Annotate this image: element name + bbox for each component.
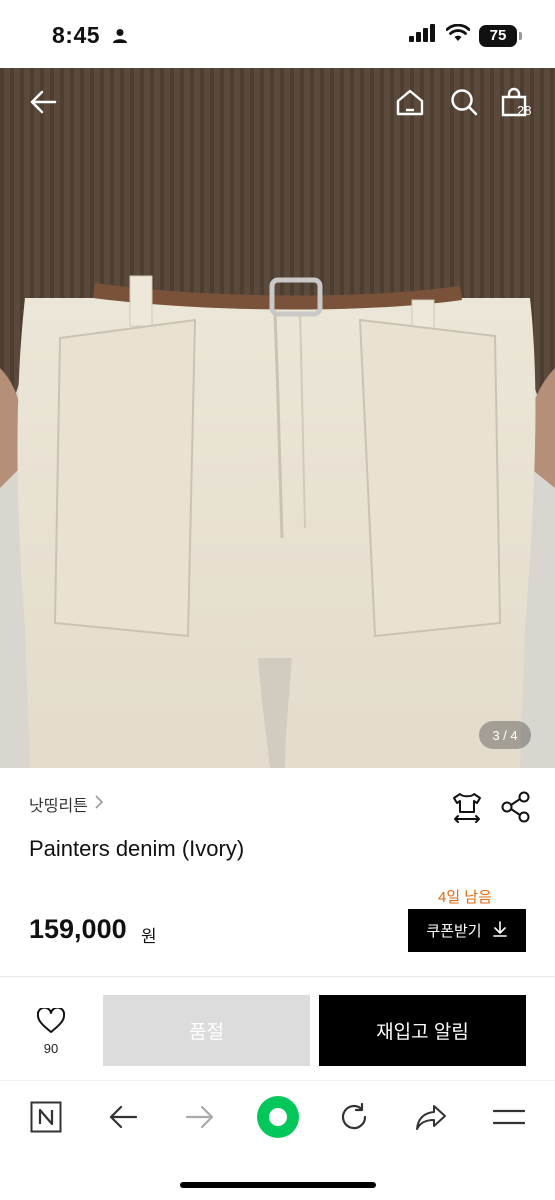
arrow-right-icon: [185, 1104, 215, 1135]
back-arrow-icon: [28, 87, 58, 122]
heart-icon: [36, 1006, 66, 1038]
wifi-icon: [445, 23, 471, 47]
size-guide-icon[interactable]: [450, 790, 484, 829]
naver-home-button[interactable]: [26, 1099, 66, 1139]
like-button[interactable]: 90: [30, 1006, 72, 1056]
person-icon: [112, 28, 128, 49]
price-unit: 원: [141, 927, 157, 946]
home-icon: [395, 87, 425, 122]
soldout-button: 품절: [103, 995, 310, 1066]
menu-button[interactable]: [489, 1099, 529, 1139]
hamburger-menu-icon: [492, 1107, 526, 1132]
product-image[interactable]: [0, 68, 555, 768]
browser-forward-button[interactable]: [180, 1099, 220, 1139]
refresh-icon: [339, 1102, 369, 1137]
green-dot-icon: [256, 1095, 300, 1144]
product-name: Painters denim (Ivory): [29, 836, 245, 861]
coupon-download-button[interactable]: 쿠폰받기: [408, 909, 526, 952]
search-button[interactable]: [446, 86, 482, 122]
green-dot-button[interactable]: [256, 1095, 300, 1144]
like-count: 90: [43, 1041, 59, 1056]
status-time: 8:45: [52, 22, 101, 48]
cellular-signal-icon: [409, 24, 437, 47]
cart-count-badge: 28: [517, 103, 532, 118]
back-button[interactable]: [25, 86, 61, 122]
coupon-button-label: 쿠폰받기: [426, 923, 482, 940]
status-bar: 8:45 75: [0, 0, 555, 68]
arrow-left-icon: [108, 1104, 138, 1135]
coupon-deadline: 4일 남음: [438, 889, 492, 906]
divider: [0, 976, 555, 977]
browser-back-button[interactable]: [103, 1099, 143, 1139]
search-icon: [449, 87, 479, 122]
top-nav: [0, 68, 555, 138]
battery-indicator: 75: [479, 24, 522, 47]
restock-alert-button[interactable]: 재입고 알림: [319, 995, 526, 1066]
download-icon: [492, 920, 508, 941]
chevron-right-icon: [94, 794, 104, 815]
brand-name: 낫띵리튼: [29, 798, 88, 815]
share-page-button[interactable]: [411, 1099, 451, 1139]
home-indicator: [180, 1182, 376, 1188]
image-counter: 3 / 4: [479, 721, 531, 749]
refresh-button[interactable]: [334, 1099, 374, 1139]
forward-share-icon: [415, 1103, 447, 1136]
home-button[interactable]: [392, 86, 428, 122]
brand-link[interactable]: 낫띵리튼: [29, 792, 104, 816]
price: 159,000: [29, 914, 127, 944]
product-photo: [0, 68, 555, 768]
share-icon[interactable]: [500, 790, 532, 829]
naver-n-icon: [30, 1101, 62, 1138]
